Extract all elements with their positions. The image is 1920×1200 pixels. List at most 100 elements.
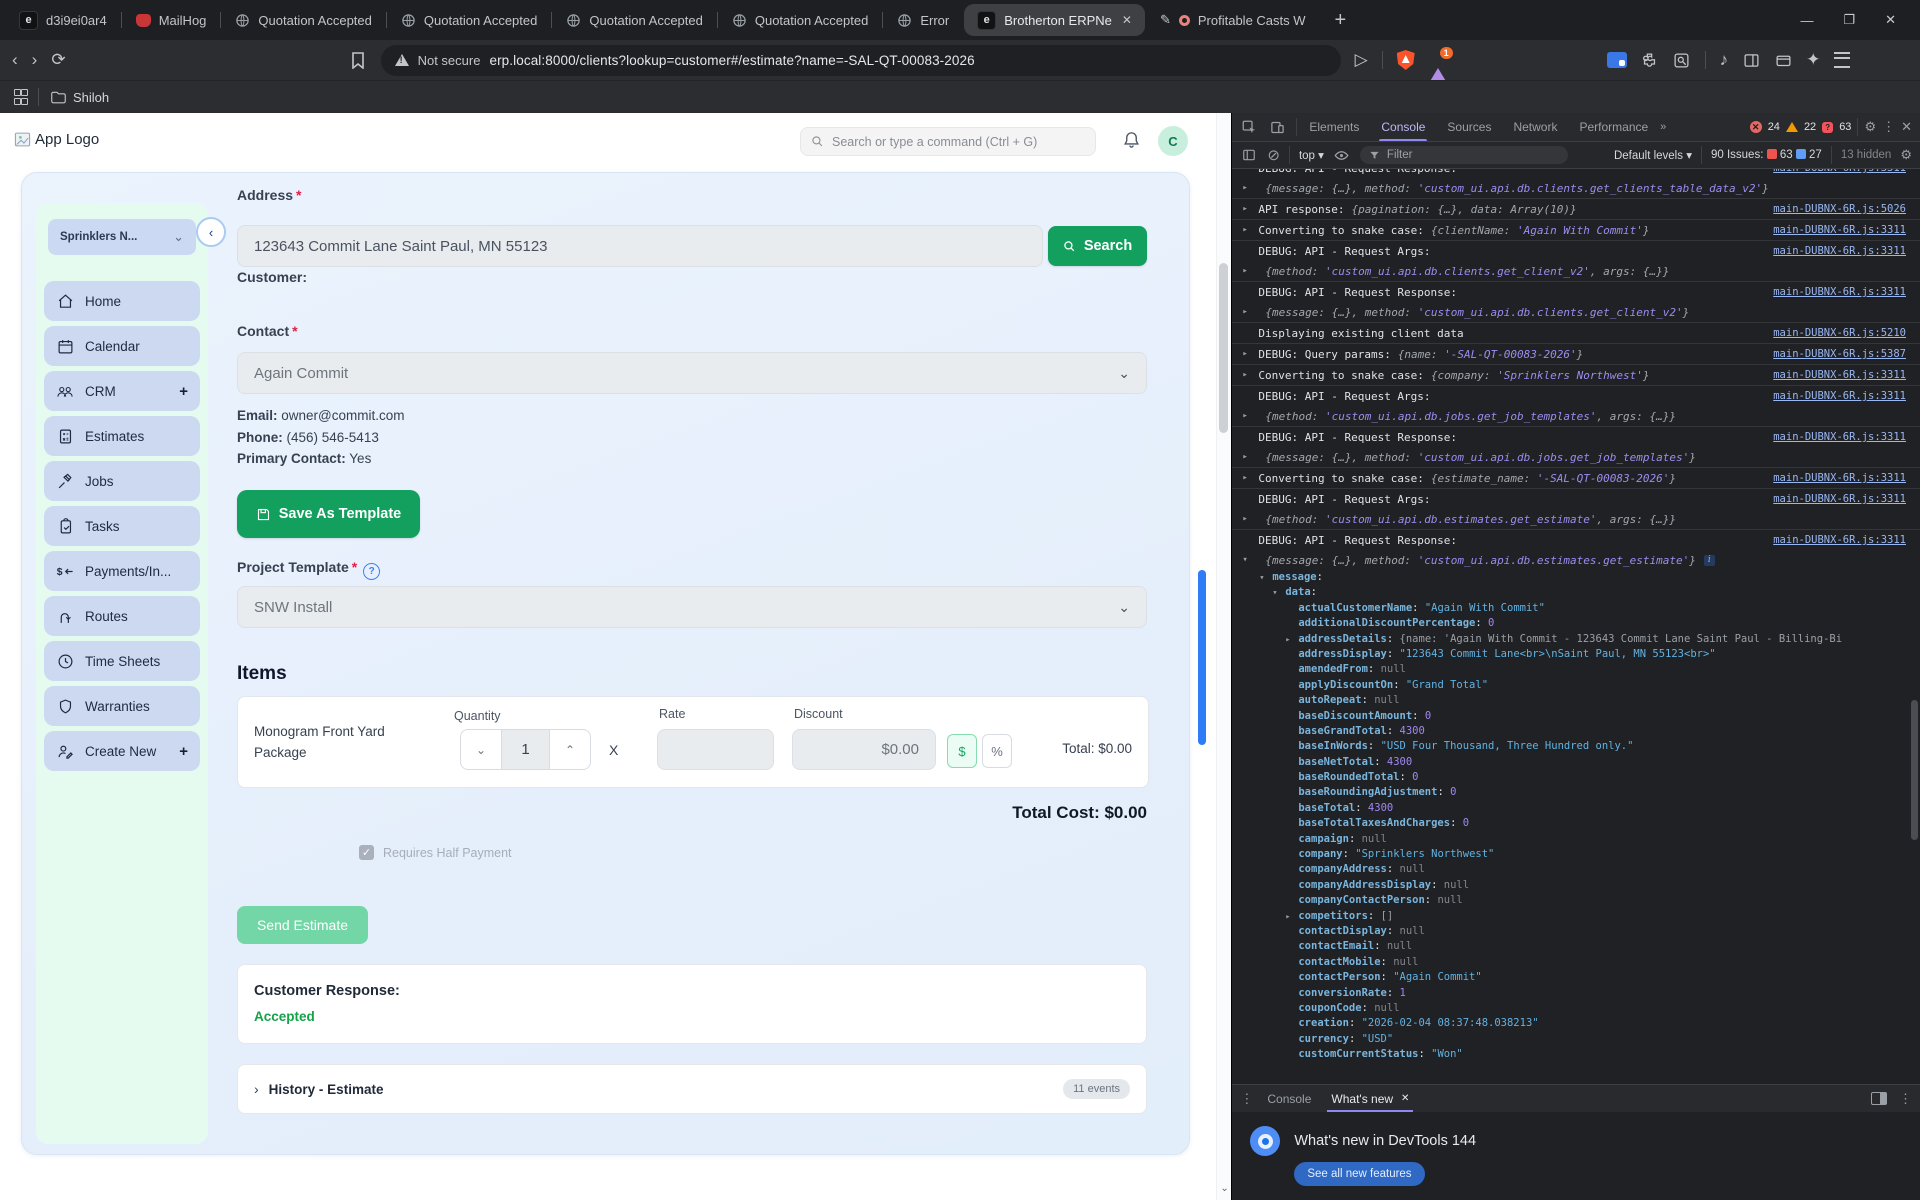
console-message[interactable]: DEBUG: API - Request Response: main-DUBNX…: [1232, 427, 1920, 447]
sidebar-item-routes[interactable]: Routes: [44, 596, 200, 636]
discount-percent-toggle[interactable]: %: [982, 734, 1012, 768]
source-link[interactable]: main-DUBNX-6R.js:3311: [1761, 493, 1906, 505]
console-entry[interactable]: DEBUG: API - Request Args: main-DUBNX-6R.…: [1232, 385, 1920, 426]
warning-icon[interactable]: [1785, 122, 1798, 132]
password-manager-icon[interactable]: [1606, 52, 1627, 68]
notifications-bell-icon[interactable]: [1122, 130, 1141, 150]
expand-arrow-icon[interactable]: ▾: [1272, 586, 1285, 600]
bookmark-flag-icon[interactable]: [349, 51, 367, 69]
console-message[interactable]: ▸ Converting to snake case: {estimate_name…: [1232, 468, 1920, 488]
source-link[interactable]: main-DUBNX-6R.js:5210: [1761, 327, 1906, 339]
drawer-tab-close-icon[interactable]: ✕: [1401, 1093, 1409, 1104]
console-message[interactable]: ▸ {message: {…}, method: 'custom_ui.api.d…: [1232, 302, 1920, 322]
object-preview[interactable]: {company: 'Sprinklers Northwest'}: [1431, 369, 1650, 382]
object-property[interactable]: baseTotalTaxesAndCharges: 0: [1232, 816, 1920, 831]
discount-input[interactable]: $0.00: [792, 729, 936, 770]
reload-button[interactable]: ⟳: [51, 50, 65, 70]
issues-summary[interactable]: 90 Issues: 63 27: [1711, 149, 1822, 161]
object-preview[interactable]: {message: {…}, method: 'custom_ui.api.db…: [1265, 182, 1768, 195]
object-property[interactable]: actualCustomerName: "Again With Commit": [1232, 601, 1920, 616]
object-property[interactable]: contactPerson: "Again Commit": [1232, 970, 1920, 985]
extensions-puzzle-icon[interactable]: [1641, 51, 1659, 69]
eye-icon[interactable]: [1333, 146, 1351, 164]
object-property[interactable]: contactEmail: null: [1232, 939, 1920, 954]
app-logo[interactable]: App Logo: [14, 131, 99, 148]
source-link[interactable]: main-DUBNX-6R.js:3311: [1761, 286, 1906, 298]
browser-tab[interactable]: Quotation Accepted: [388, 0, 550, 40]
sidebar-item-time-sheets[interactable]: Time Sheets: [44, 641, 200, 681]
console-entry[interactable]: DEBUG: API - Request Args: main-DUBNX-6R.…: [1232, 240, 1920, 281]
expand-arrow-icon[interactable]: ▸: [1242, 473, 1247, 483]
object-property[interactable]: customCurrentStatus: "Won": [1232, 1047, 1920, 1062]
drawer-tab-what-s-new[interactable]: What's new ✕: [1321, 1085, 1419, 1112]
not-secure-label[interactable]: Not secure: [418, 53, 481, 68]
save-as-template-button[interactable]: Save As Template: [237, 490, 420, 538]
back-button[interactable]: ‹: [12, 50, 18, 70]
console-entry[interactable]: ▸ Converting to snake case: {company: 'Spr…: [1232, 364, 1920, 385]
more-tabs-icon[interactable]: »: [1660, 121, 1666, 133]
object-property[interactable]: ▾ data:: [1232, 585, 1920, 600]
console-message[interactable]: ▸ {method: 'custom_ui.api.db.jobs.get_job…: [1232, 406, 1920, 426]
history-accordion[interactable]: › History - Estimate 11 events: [237, 1064, 1147, 1114]
context-selector[interactable]: top ▾: [1299, 148, 1324, 162]
object-property[interactable]: autoRepeat: null: [1232, 693, 1920, 708]
drawer-kebab-icon[interactable]: ⋮: [1240, 1091, 1253, 1107]
console-message[interactable]: ▸ {method: 'custom_ui.api.db.clients.get_…: [1232, 261, 1920, 281]
see-all-new-features-button[interactable]: See all new features: [1294, 1162, 1425, 1186]
wallet-icon[interactable]: [1774, 51, 1792, 69]
devtools-tab-elements[interactable]: Elements: [1307, 113, 1361, 141]
quantity-decrease-button[interactable]: ⌄: [460, 729, 502, 770]
source-link[interactable]: main-DUBNX-6R.js:3311: [1761, 390, 1906, 402]
console-entry[interactable]: Displaying existing client data main-DUBN…: [1232, 322, 1920, 343]
global-search-input[interactable]: Search or type a command (Ctrl + G): [800, 127, 1096, 156]
expand-arrow-icon[interactable]: ▸: [1242, 225, 1247, 235]
sidebar-item-tasks[interactable]: Tasks: [44, 506, 200, 546]
object-preview[interactable]: {message: {…}, method: 'custom_ui.api.db…: [1265, 451, 1695, 464]
object-property[interactable]: baseRoundedTotal: 0: [1232, 770, 1920, 785]
discount-dollar-toggle[interactable]: $: [947, 734, 977, 768]
sidebar-toggle-icon[interactable]: [1742, 51, 1760, 69]
issues-icon[interactable]: ?: [1822, 121, 1834, 133]
log-levels-select[interactable]: Default levels ▾: [1614, 148, 1692, 162]
object-property[interactable]: baseTotal: 4300: [1232, 801, 1920, 816]
console-entry[interactable]: DEBUG: API - Request Args: main-DUBNX-6R.…: [1232, 488, 1920, 529]
object-property[interactable]: contactDisplay: null: [1232, 924, 1920, 939]
console-message[interactable]: Displaying existing client data main-DUBN…: [1232, 323, 1920, 343]
console-message[interactable]: ▸ Converting to snake case: {company: 'Spr…: [1232, 365, 1920, 385]
info-icon[interactable]: i: [1703, 554, 1715, 566]
object-preview[interactable]: {message: {…}, method: 'custom_ui.api.db…: [1265, 554, 1695, 567]
console-entry[interactable]: DEBUG: API - Request Response: main-DUBNX…: [1232, 529, 1920, 1063]
object-property[interactable]: couponCode: null: [1232, 1001, 1920, 1016]
expand-arrow-icon[interactable]: ▸: [1242, 514, 1247, 524]
expand-arrow-icon[interactable]: ▸: [1242, 370, 1247, 380]
console-entry[interactable]: DEBUG: API - Request Response: main-DUBNX…: [1232, 426, 1920, 467]
sidebar-collapse-button[interactable]: ‹: [196, 217, 226, 247]
quantity-increase-button[interactable]: ⌃: [549, 729, 591, 770]
sidebar-item-warranties[interactable]: Warranties: [44, 686, 200, 726]
object-property[interactable]: campaign: null: [1232, 832, 1920, 847]
bookmark-folder-shiloh[interactable]: Shiloh: [51, 90, 109, 105]
object-property[interactable]: contactMobile: null: [1232, 955, 1920, 970]
sidebar-item-home[interactable]: Home: [44, 281, 200, 321]
sidebar-item-payments-in[interactable]: $ Payments/In...: [44, 551, 200, 591]
console-message[interactable]: DEBUG: API - Request Args: main-DUBNX-6R.…: [1232, 386, 1920, 406]
object-property[interactable]: applyDiscountOn: "Grand Total": [1232, 678, 1920, 693]
console-entry[interactable]: ▸ Converting to snake case: {clientName: '…: [1232, 219, 1920, 240]
console-entry[interactable]: ▸ Converting to snake case: {estimate_name…: [1232, 467, 1920, 488]
split-panel-icon[interactable]: [1871, 1092, 1887, 1105]
console-sidebar-icon[interactable]: [1240, 146, 1258, 164]
devtools-tab-performance[interactable]: Performance: [1577, 113, 1650, 141]
media-icon[interactable]: ♪: [1720, 50, 1729, 70]
tab-close-icon[interactable]: ✕: [1120, 13, 1132, 27]
console-message[interactable]: ▸ {message: {…}, method: 'custom_ui.api.d…: [1232, 178, 1920, 198]
object-preview[interactable]: {pagination: {…}, data: Array(10)}: [1351, 203, 1576, 216]
object-property[interactable]: baseRoundingAdjustment: 0: [1232, 785, 1920, 800]
browser-tab[interactable]: Quotation Accepted: [222, 0, 384, 40]
source-link[interactable]: main-DUBNX-6R.js:5387: [1761, 348, 1906, 360]
issues-count[interactable]: 63: [1839, 121, 1851, 133]
address-bar[interactable]: Not secure erp.local:8000/clients?lookup…: [380, 44, 1341, 76]
console-message[interactable]: DEBUG: API - Request Args: main-DUBNX-6R.…: [1232, 241, 1920, 261]
browser-tab[interactable]: e Brotherton ERPNe ✕: [964, 4, 1145, 36]
page-scrollbar[interactable]: ⌄: [1216, 113, 1232, 1200]
browser-tab[interactable]: e d3i9ei0ar4: [6, 0, 120, 40]
